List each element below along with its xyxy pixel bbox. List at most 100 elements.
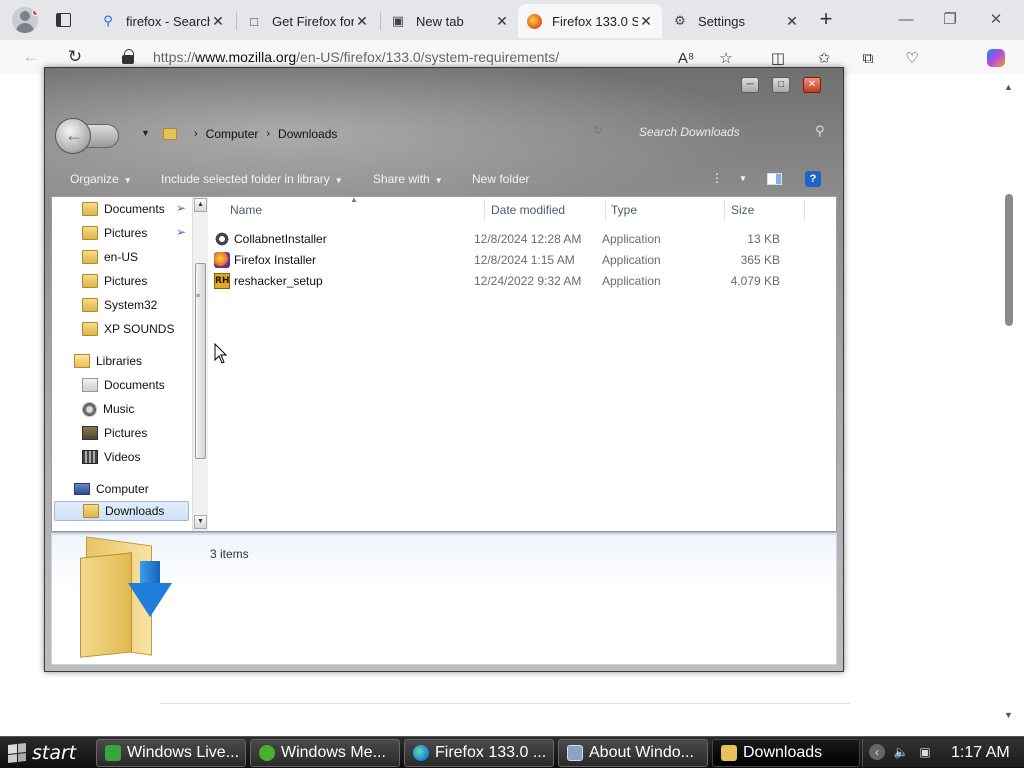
start-button[interactable]: start	[0, 737, 94, 768]
column-header-size[interactable]: Size	[731, 203, 754, 217]
tray-expand-icon[interactable]: ‹	[869, 744, 885, 760]
scroll-down-icon[interactable]: ▼	[194, 515, 207, 529]
tab-label: Get Firefox for	[272, 13, 354, 29]
nav-item-label: Computer	[96, 482, 149, 496]
edge-icon	[413, 745, 429, 761]
column-divider[interactable]	[724, 199, 725, 221]
column-header-name[interactable]: Name	[230, 203, 262, 217]
share-with-button[interactable]: Share with ▼	[373, 172, 443, 186]
column-divider[interactable]	[804, 199, 805, 221]
back-arrow-icon[interactable]: ←	[20, 46, 42, 68]
tab-new-tab[interactable]: ▣ New tab ✕	[382, 4, 518, 38]
breadcrumb[interactable]: › Computer › Downloads	[163, 124, 337, 144]
tab-settings[interactable]: ⚙ Settings ✕	[664, 4, 808, 38]
file-row[interactable]: RH reshacker_setup 12/24/2022 9:32 AM Ap…	[212, 271, 792, 291]
recent-pages-dropdown[interactable]: ▼	[141, 128, 150, 138]
collections-icon[interactable]: ⧉	[858, 48, 878, 68]
favorites-icon[interactable]: ✩	[814, 48, 834, 68]
new-tab-button[interactable]: +	[814, 8, 838, 32]
restore-button[interactable]: ❐	[940, 10, 960, 30]
navigation-pane: Documents ➢ Pictures ➢ en-US Pictures Sy…	[52, 197, 208, 531]
explorer-close-button[interactable]: ✕	[803, 77, 821, 93]
nav-item-lib-documents[interactable]: Documents	[82, 375, 165, 395]
file-size: 4,079 KB	[730, 274, 780, 288]
browser-essentials-icon[interactable]: ♡	[902, 48, 922, 68]
chevron-down-icon: ▼	[434, 176, 443, 185]
breadcrumb-downloads[interactable]: Downloads	[278, 127, 337, 141]
nav-item-pictures[interactable]: Pictures	[82, 223, 147, 243]
nav-pane-scrollbar[interactable]: ▲ ≡ ▼	[192, 197, 208, 531]
close-icon[interactable]: ✕	[210, 13, 226, 30]
include-in-library-button[interactable]: Include selected folder in library ▼	[161, 172, 343, 186]
nav-item-en-us[interactable]: en-US	[82, 247, 138, 267]
nav-item-lib-videos[interactable]: Videos	[82, 447, 140, 467]
tab-get-firefox[interactable]: □ Get Firefox for ✕	[238, 4, 378, 38]
explorer-minimize-button[interactable]: ─	[741, 77, 759, 93]
nav-item-lib-pictures[interactable]: Pictures	[82, 423, 147, 443]
back-button[interactable]	[55, 118, 92, 154]
taskbar-button-label: Windows Me...	[281, 744, 386, 761]
page-scrollbar[interactable]: ▲ ▼	[1000, 74, 1018, 736]
browser-tab-bar: ⚲ firefox - Search ✕ □ Get Firefox for ✕…	[0, 0, 1024, 40]
tab-firefox-requirements[interactable]: Firefox 133.0 S ✕	[518, 4, 662, 38]
nav-item-documents[interactable]: Documents	[82, 199, 165, 219]
views-icon[interactable]: ⋮	[709, 171, 725, 187]
read-aloud-icon[interactable]: A⁸	[676, 48, 696, 68]
volume-muted-icon[interactable]: 🔈	[893, 744, 909, 760]
refresh-icon[interactable]: ↻	[593, 124, 602, 137]
network-icon[interactable]: ▣	[917, 744, 933, 760]
tab-actions-button[interactable]	[50, 8, 76, 32]
file-row[interactable]: Firefox Installer 12/8/2024 1:15 AM Appl…	[212, 250, 792, 270]
url-field[interactable]: https://www.mozilla.org/en-US/firefox/13…	[153, 49, 559, 65]
column-divider[interactable]	[484, 199, 485, 221]
chevron-right-icon[interactable]: ›	[194, 128, 198, 140]
close-icon[interactable]: ✕	[354, 13, 370, 30]
scroll-down-icon[interactable]: ▼	[1004, 710, 1013, 720]
nav-item-xp-sounds[interactable]: XP SOUNDS	[82, 319, 174, 339]
chevron-down-icon: ▼	[123, 176, 132, 185]
nav-item-lib-music[interactable]: Music	[82, 399, 134, 419]
close-icon[interactable]: ✕	[784, 13, 800, 30]
close-icon[interactable]: ✕	[638, 13, 654, 30]
pin-icon[interactable]: ➢	[176, 201, 186, 215]
file-row[interactable]: CollabnetInstaller 12/8/2024 12:28 AM Ap…	[212, 229, 792, 249]
search-input[interactable]: ↻ Search Downloads ⚲	[593, 120, 833, 144]
lock-icon[interactable]	[122, 49, 136, 65]
profile-avatar[interactable]	[12, 7, 38, 33]
preview-pane-icon[interactable]	[767, 171, 783, 187]
close-icon[interactable]: ✕	[494, 13, 510, 30]
taskbar-button-firefox[interactable]: Firefox 133.0 ...	[404, 739, 554, 767]
firefox-icon	[214, 252, 230, 268]
organize-button[interactable]: Organize ▼	[70, 172, 132, 186]
pin-icon[interactable]: ➢	[176, 225, 186, 239]
taskbar-button-about-windows[interactable]: About Windo...	[558, 739, 708, 767]
split-screen-icon[interactable]: ◫	[768, 48, 788, 68]
nav-item-computer[interactable]: Computer	[74, 479, 149, 499]
breadcrumb-computer[interactable]: Computer	[206, 127, 259, 141]
tab-search[interactable]: ⚲ firefox - Search ✕	[92, 4, 234, 38]
column-divider[interactable]	[605, 199, 606, 221]
nav-item-system32[interactable]: System32	[82, 295, 157, 315]
nav-item-libraries[interactable]: Libraries	[74, 351, 142, 371]
taskbar-button-windows-media[interactable]: Windows Me...	[250, 739, 400, 767]
new-folder-button[interactable]: New folder	[472, 172, 529, 186]
copilot-icon[interactable]	[986, 48, 1006, 68]
help-icon[interactable]: ?	[805, 171, 821, 187]
explorer-maximize-button[interactable]: □	[772, 77, 790, 93]
clock[interactable]: 1:17 AM	[951, 744, 1010, 762]
page-scrollbar-thumb[interactable]	[1005, 194, 1013, 326]
chevron-right-icon[interactable]: ›	[266, 128, 270, 140]
column-header-date[interactable]: Date modified	[491, 203, 565, 217]
taskbar-button-downloads[interactable]: Downloads	[712, 739, 860, 767]
reload-icon[interactable]: ↻	[64, 46, 86, 68]
scroll-up-icon[interactable]: ▲	[1004, 82, 1013, 92]
close-window-button[interactable]: ✕	[986, 10, 1006, 30]
views-dropdown-icon[interactable]: ▼	[735, 171, 751, 187]
nav-item-downloads[interactable]: Downloads	[54, 501, 189, 521]
taskbar-button-windows-live[interactable]: Windows Live...	[96, 739, 246, 767]
scroll-up-icon[interactable]: ▲	[194, 198, 207, 212]
column-header-type[interactable]: Type	[611, 203, 637, 217]
favorite-star-icon[interactable]: ☆	[716, 48, 736, 68]
nav-item-pictures-2[interactable]: Pictures	[82, 271, 147, 291]
minimize-button[interactable]: —	[896, 10, 916, 30]
